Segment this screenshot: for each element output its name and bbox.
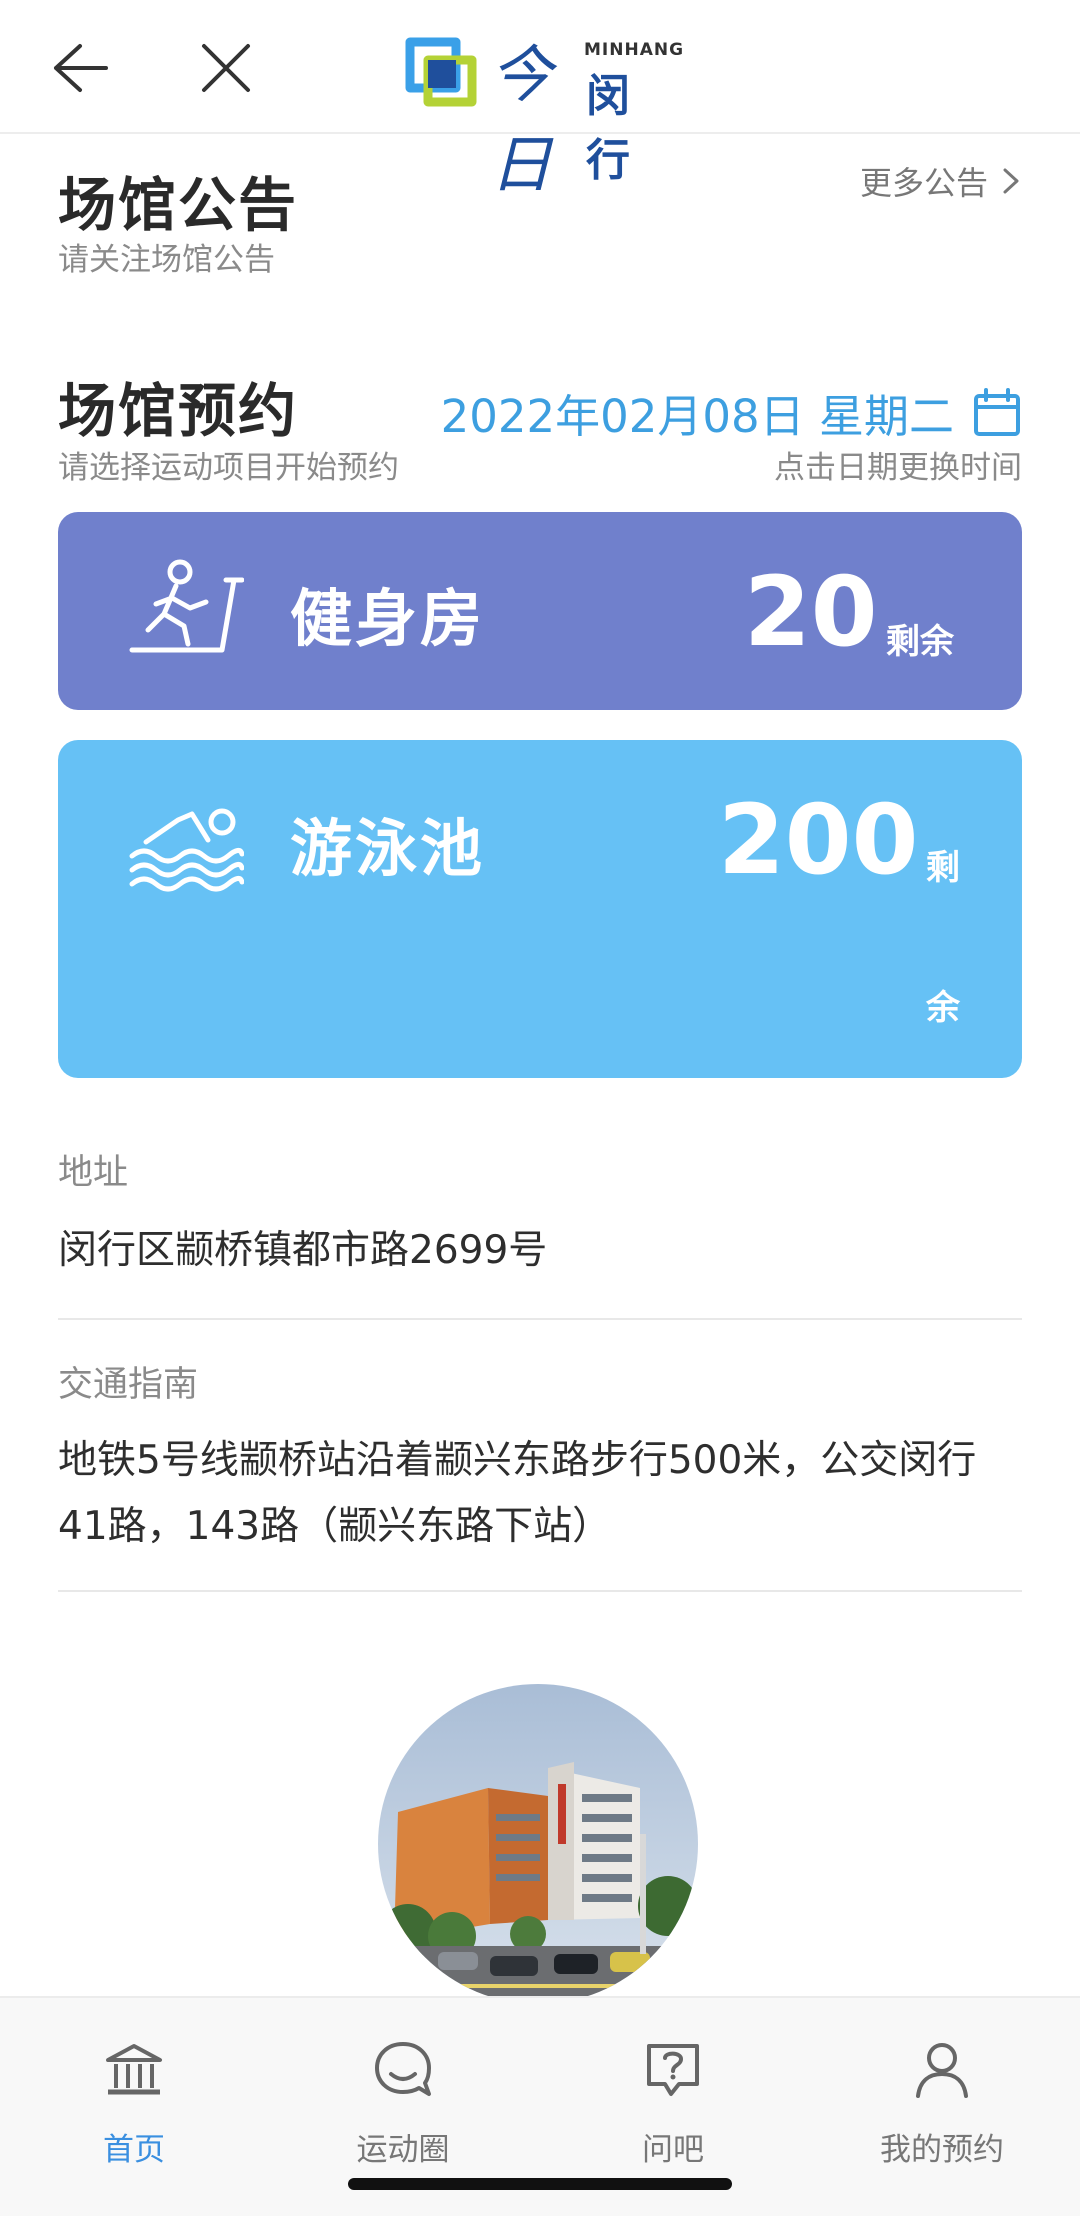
venue-name: 游泳池	[290, 812, 486, 885]
logo-mark-icon	[405, 37, 477, 107]
remaining-count: 200	[718, 784, 919, 896]
address-text: 闵行区颛桥镇都市路2699号	[58, 1228, 548, 1273]
nav-label: 问吧	[642, 2132, 704, 2168]
user-icon	[916, 2043, 968, 2098]
announcement-title: 场馆公告	[58, 171, 299, 239]
close-icon[interactable]	[196, 38, 256, 98]
logo-chinese-text: 闵行	[586, 71, 631, 186]
remaining-count: 20	[744, 556, 878, 668]
date-hint: 点击日期更换时间	[774, 450, 1022, 486]
more-announcements-link[interactable]: 更多公告	[860, 158, 1022, 204]
selected-date: 2022年02月08日 星期二	[440, 390, 954, 443]
remaining-label: 剩余	[886, 622, 954, 662]
nav-item-sports-circle[interactable]: 运动圈	[303, 2038, 503, 2169]
swimmer-icon	[129, 808, 244, 892]
nav-label: 我的预约	[880, 2132, 1004, 2168]
nav-item-home[interactable]: 首页	[34, 2038, 234, 2169]
question-icon	[647, 2044, 699, 2096]
nav-label: 首页	[103, 2132, 165, 2168]
treadmill-icon	[129, 559, 244, 653]
venue-card-pool[interactable]: 游泳池 200 剩 余	[58, 740, 1022, 1078]
venue-photo	[378, 1684, 698, 2004]
divider	[58, 1590, 1022, 1592]
booking-title: 场馆预约	[58, 377, 299, 445]
venue-name: 健身房	[290, 582, 486, 655]
logo-english-text: MINHANG	[584, 40, 685, 60]
calendar-icon	[974, 387, 1020, 436]
top-bar: 今日 MINHANG 闵行	[0, 0, 1080, 201]
chevron-right-icon	[1003, 168, 1019, 194]
back-arrow-icon[interactable]	[50, 40, 110, 96]
booking-subtitle: 请选择运动项目开始预约	[58, 450, 399, 486]
nav-item-ask[interactable]: 问吧	[573, 2038, 773, 2169]
remaining-label-part-2: 余	[926, 988, 960, 1028]
more-announcements-label: 更多公告	[859, 164, 988, 202]
divider	[58, 1318, 1022, 1320]
building-image	[378, 1684, 698, 2004]
bank-icon	[106, 2044, 162, 2095]
transport-label: 交通指南	[58, 1365, 199, 1405]
date-picker[interactable]: 2022年02月08日 星期二	[441, 380, 1022, 445]
remaining-label-part-1: 剩	[926, 848, 960, 888]
announcement-subtitle: 请关注场馆公告	[58, 242, 275, 278]
logo-glyph: 今日	[490, 38, 553, 201]
transport-text: 地铁5号线颛桥站沿着颛兴东路步行500米，公交闵行41路，143路（颛兴东路下站…	[58, 1438, 977, 1549]
chat-bubble-icon	[375, 2042, 431, 2096]
venue-card-gym[interactable]: 健身房 20 剩余	[58, 512, 1022, 710]
nav-label: 运动圈	[356, 2132, 450, 2168]
home-indicator[interactable]	[348, 2178, 732, 2190]
address-label: 地址	[58, 1153, 129, 1193]
nav-item-my-bookings[interactable]: 我的预约	[842, 2038, 1042, 2169]
